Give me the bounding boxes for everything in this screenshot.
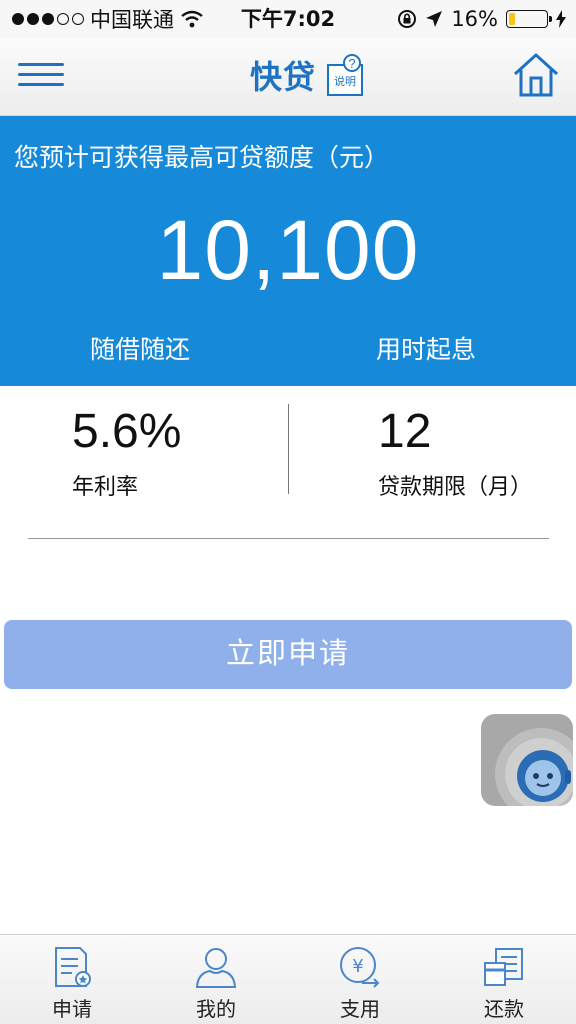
- tab-label: 还款: [484, 997, 524, 1021]
- section-divider: [28, 538, 549, 539]
- help-question-mark: ?: [348, 56, 355, 71]
- menu-icon-line: [18, 83, 64, 86]
- home-icon: [513, 53, 559, 97]
- credit-limit-panel: 您预计可获得最高可贷额度（元） 10,100 随借随还 用时起息: [0, 116, 576, 386]
- repay-cards-icon: [484, 948, 523, 986]
- loan-terms: 5.6% 年利率 12 贷款期限（月）: [0, 386, 576, 538]
- status-bar: 中国联通 下午7:02 16%: [0, 0, 576, 38]
- nav-title-group: 快贷 ? 说明: [250, 52, 366, 98]
- credit-limit-caption: 您预计可获得最高可贷额度（元）: [14, 143, 390, 172]
- battery-icon: [506, 10, 552, 28]
- tab-mine[interactable]: 我的: [144, 935, 288, 1024]
- tab-repay[interactable]: 还款: [432, 935, 576, 1024]
- apply-now-button[interactable]: 立即申请: [4, 620, 572, 689]
- loan-term-label: 贷款期限（月）: [378, 475, 533, 500]
- tab-label: 我的: [196, 997, 236, 1021]
- stats-divider: [288, 404, 289, 494]
- battery-level: [509, 13, 515, 25]
- customer-service-button[interactable]: [481, 714, 573, 806]
- help-document-icon: ? 说明: [327, 54, 364, 96]
- tab-label: 支用: [340, 997, 380, 1021]
- user-icon: [195, 948, 237, 988]
- rotation-lock-icon: [398, 10, 417, 28]
- navigation-bar: 快贷 ? 说明: [0, 38, 576, 116]
- feature-interest-on-use: 用时起息: [376, 335, 477, 364]
- help-label: 说明: [334, 74, 356, 88]
- home-button[interactable]: [512, 52, 560, 98]
- menu-icon-line: [18, 63, 64, 66]
- robot-assistant-icon: [495, 728, 573, 806]
- svg-text:¥: ¥: [352, 956, 363, 977]
- help-explanation-button[interactable]: ? 说明: [326, 53, 366, 97]
- credit-limit-amount: 10,100: [156, 203, 420, 297]
- charging-bolt-icon: [556, 10, 566, 28]
- location-arrow-icon: [426, 11, 443, 27]
- apply-document-icon: [55, 947, 91, 987]
- yuan-transfer-icon: ¥: [340, 947, 380, 988]
- bottom-tab-bar: 申请 我的 ¥ 支用 还款: [0, 934, 576, 1024]
- menu-button[interactable]: [18, 56, 64, 96]
- menu-icon-line: [18, 73, 64, 76]
- tab-label: 申请: [52, 997, 92, 1021]
- page-title: 快贷: [250, 58, 317, 96]
- loan-term-block: 12 贷款期限（月）: [378, 404, 532, 501]
- interest-rate-block: 5.6% 年利率: [72, 404, 181, 501]
- loan-term-value: 12: [378, 405, 432, 458]
- battery-percent: 16%: [451, 7, 498, 31]
- interest-rate-value: 5.6%: [72, 405, 182, 458]
- status-right: 16%: [397, 0, 566, 38]
- tab-withdraw[interactable]: ¥ 支用: [288, 935, 432, 1024]
- tab-apply[interactable]: 申请: [0, 935, 144, 1024]
- interest-rate-label: 年利率: [72, 475, 139, 500]
- feature-flexible-repay: 随借随还: [90, 335, 191, 364]
